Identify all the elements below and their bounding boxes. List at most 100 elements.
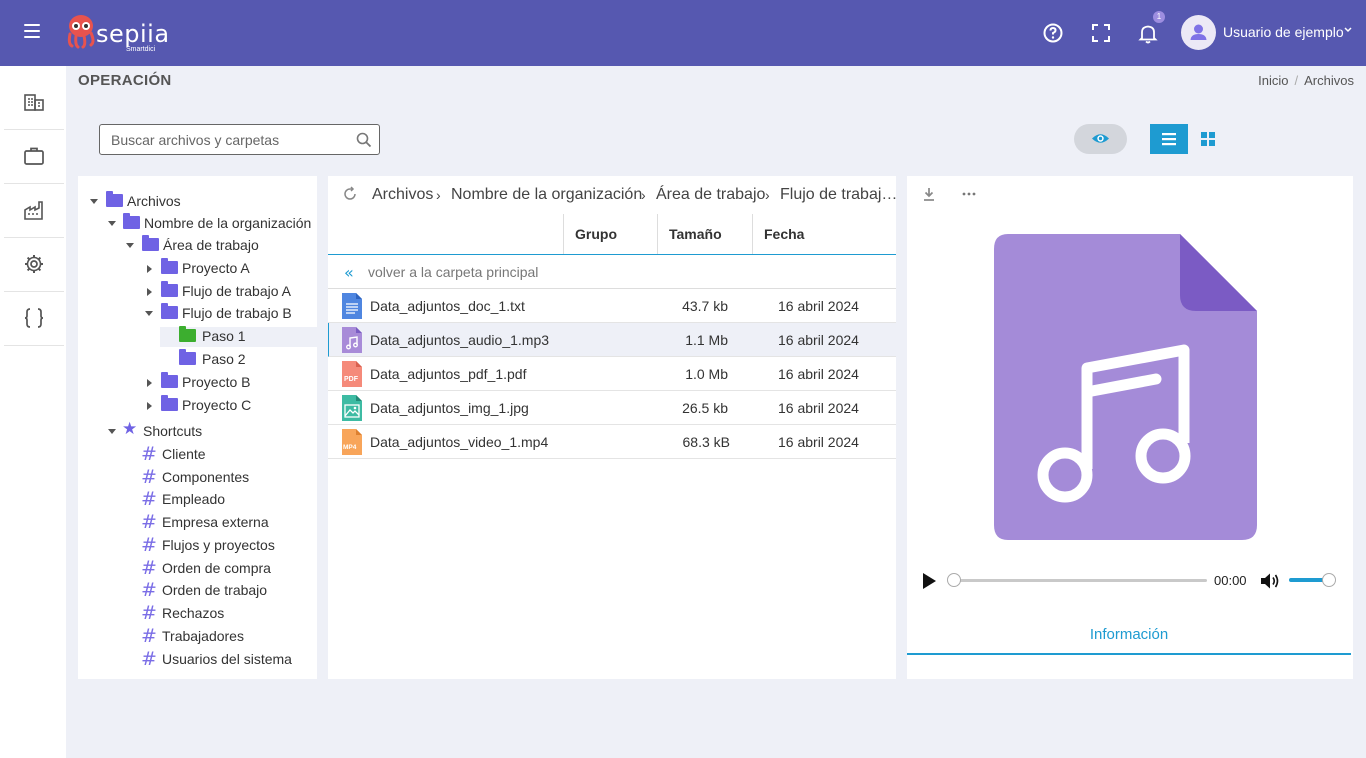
folder-icon: [161, 303, 178, 319]
shortcut-item[interactable]: # Rechazos: [141, 602, 311, 624]
shortcut-item[interactable]: # Trabajadores: [141, 625, 311, 647]
tree-node-flujo-a[interactable]: Flujo de trabajo A: [145, 281, 305, 302]
caret-right-icon[interactable]: [147, 379, 152, 387]
tab-informacion[interactable]: Información: [907, 616, 1351, 655]
caret-right-icon[interactable]: [147, 288, 152, 296]
tree-node-area[interactable]: Área de trabajo: [126, 235, 306, 256]
tree-label: Flujo de trabajo A: [182, 283, 291, 299]
file-date: 16 abril 2024: [778, 298, 859, 314]
column-header-date[interactable]: Fecha: [752, 214, 896, 254]
back-to-parent-row[interactable]: « volver a la carpeta principal: [328, 255, 896, 289]
tree-node-proyecto-a[interactable]: Proyecto A: [145, 258, 305, 279]
path-segment[interactable]: Flujo de trabaj…: [780, 186, 896, 204]
tree-label: Proyecto B: [182, 374, 251, 390]
seek-track[interactable]: [955, 579, 1207, 582]
file-row-selected[interactable]: Data_adjuntos_audio_1.mp3 1.1 Mb 16 abri…: [328, 323, 896, 357]
avatar[interactable]: [1181, 15, 1216, 50]
shortcut-item[interactable]: # Orden de compra: [141, 557, 311, 579]
shortcut-label: Orden de trabajo: [162, 582, 268, 598]
caret-right-icon[interactable]: [147, 402, 152, 410]
grid-icon: [1201, 132, 1215, 146]
mp4-tag: MP4: [343, 444, 357, 451]
chevron-right-icon: ›: [436, 187, 441, 203]
breadcrumb-home[interactable]: Inicio: [1258, 73, 1288, 88]
refresh-icon[interactable]: [342, 186, 358, 202]
tree-node-archivos[interactable]: Archivos: [90, 191, 290, 212]
tree-node-paso-1[interactable]: Paso 1: [160, 326, 317, 347]
folder-icon: [161, 372, 178, 388]
tree-node-proyecto-b[interactable]: Proyecto B: [145, 372, 305, 393]
grid-view-button[interactable]: [1196, 124, 1220, 154]
file-size: 1.0 Mb: [685, 366, 728, 382]
notifications-icon[interactable]: [1136, 21, 1160, 45]
caret-right-icon[interactable]: [147, 265, 152, 273]
column-header-size[interactable]: Tamaño: [657, 214, 752, 254]
logo[interactable]: sepiia Smartdici: [66, 14, 169, 54]
fullscreen-icon[interactable]: [1089, 21, 1113, 45]
pdf-tag: PDF: [344, 376, 359, 383]
shortcut-item[interactable]: # Orden de trabajo: [141, 579, 311, 601]
file-row[interactable]: Data_adjuntos_img_1.jpg 26.5 kb 16 abril…: [328, 391, 896, 425]
caret-down-icon[interactable]: [108, 221, 116, 226]
hash-icon: #: [141, 579, 157, 601]
tree-node-proyecto-c[interactable]: Proyecto C: [145, 395, 305, 416]
tree-node-shortcuts[interactable]: ★ Shortcuts: [108, 419, 288, 442]
shortcut-item[interactable]: # Empresa externa: [141, 511, 311, 533]
hash-icon: #: [141, 443, 157, 465]
rail-factory[interactable]: [4, 184, 64, 238]
more-icon[interactable]: [961, 186, 977, 202]
caret-down-icon[interactable]: [145, 311, 153, 316]
path-segment[interactable]: Nombre de la organización: [451, 186, 642, 204]
tree-label: Nombre de la organización: [144, 215, 312, 231]
help-icon[interactable]: [1041, 21, 1065, 45]
download-icon[interactable]: [921, 186, 937, 202]
buildings-icon: [24, 94, 44, 111]
chevron-down-icon[interactable]: [1344, 27, 1352, 33]
volume-icon[interactable]: [1260, 572, 1280, 590]
file-row[interactable]: Data_adjuntos_doc_1.txt 43.7 kb 16 abril…: [328, 289, 896, 323]
tree-node-flujo-b[interactable]: Flujo de trabajo B: [145, 303, 305, 324]
shortcut-item[interactable]: # Flujos y proyectos: [141, 534, 311, 556]
rail-buildings[interactable]: [4, 76, 64, 130]
shortcut-label: Orden de compra: [162, 560, 271, 576]
caret-down-icon[interactable]: [126, 243, 134, 248]
volume-slider[interactable]: [1322, 573, 1336, 587]
rail-briefcase[interactable]: [4, 130, 64, 184]
user-icon: [1190, 24, 1207, 40]
file-size: 26.5 kb: [682, 400, 728, 416]
file-row[interactable]: MP4 Data_adjuntos_video_1.mp4 68.3 kB 16…: [328, 425, 896, 459]
shortcut-item[interactable]: # Empleado: [141, 488, 311, 510]
file-name: Data_adjuntos_pdf_1.pdf: [370, 366, 527, 382]
gear-icon: [25, 255, 43, 273]
tree-node-paso-2[interactable]: Paso 2: [160, 349, 300, 370]
shortcut-label: Empleado: [162, 491, 226, 507]
rail-code[interactable]: [4, 292, 64, 346]
caret-down-icon[interactable]: [108, 429, 116, 434]
file-name: Data_adjuntos_img_1.jpg: [370, 400, 529, 416]
caret-down-icon[interactable]: [90, 199, 98, 204]
seek-slider[interactable]: [947, 573, 961, 587]
folder-icon: [161, 395, 178, 411]
list-icon: [1162, 133, 1176, 146]
shortcut-item[interactable]: # Cliente: [141, 443, 311, 465]
path-segment[interactable]: Área de trabajo: [656, 186, 765, 204]
list-view-button[interactable]: [1150, 124, 1188, 154]
doc-file-icon: [342, 293, 362, 319]
shortcut-label: Usuarios del sistema: [162, 651, 292, 667]
play-icon[interactable]: [921, 572, 937, 590]
double-chevron-left-icon: «: [344, 263, 354, 282]
tree-node-org[interactable]: Nombre de la organización: [108, 213, 312, 234]
preview-toggle[interactable]: [1074, 124, 1127, 154]
search-input[interactable]: [100, 125, 340, 154]
menu-icon[interactable]: [24, 24, 40, 38]
search-icon[interactable]: [356, 132, 372, 148]
user-name[interactable]: Usuario de ejemplo: [1223, 24, 1344, 40]
rail-settings[interactable]: [4, 238, 64, 292]
column-header-group[interactable]: Grupo: [563, 214, 657, 254]
shortcut-item[interactable]: # Componentes: [141, 466, 311, 488]
file-name: Data_adjuntos_doc_1.txt: [370, 298, 525, 314]
shortcut-item[interactable]: # Usuarios del sistema: [141, 648, 311, 670]
file-row[interactable]: PDF Data_adjuntos_pdf_1.pdf 1.0 Mb 16 ab…: [328, 357, 896, 391]
path-segment[interactable]: Archivos: [372, 186, 433, 204]
tree-label: Área de trabajo: [163, 237, 259, 253]
